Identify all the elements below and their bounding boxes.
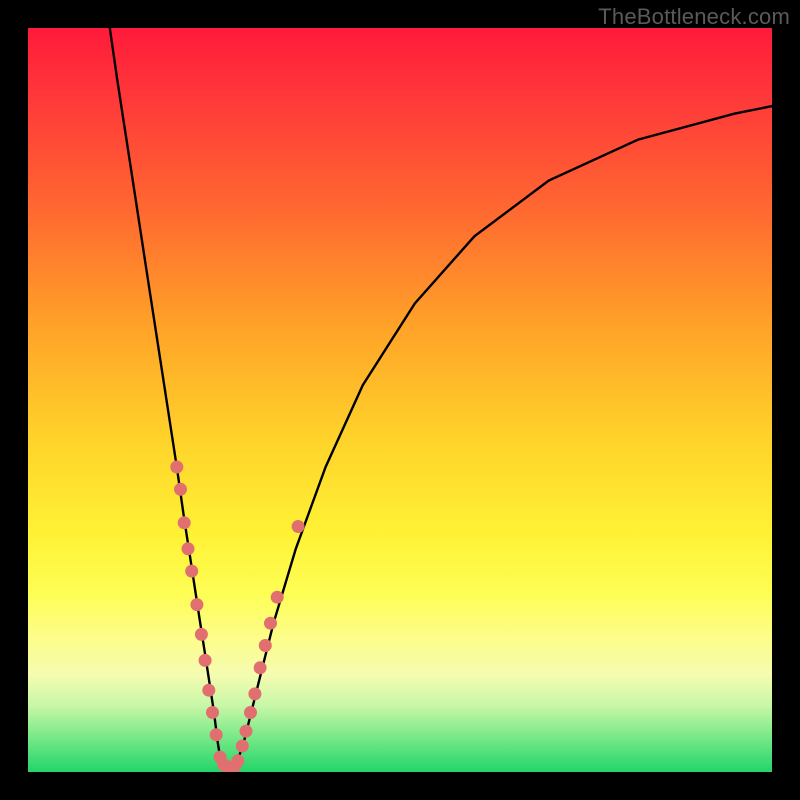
chart-plot-area xyxy=(28,28,772,772)
scatter-point xyxy=(236,740,249,753)
watermark-text: TheBottleneck.com xyxy=(598,4,790,30)
chart-svg xyxy=(28,28,772,772)
scatter-point xyxy=(190,598,203,611)
scatter-point xyxy=(185,565,198,578)
scatter-point xyxy=(240,725,253,738)
scatter-point xyxy=(182,542,195,555)
scatter-point xyxy=(170,461,183,474)
scatter-point xyxy=(174,483,187,496)
curve-right-branch xyxy=(236,106,772,765)
scatter-markers xyxy=(170,461,304,773)
scatter-point xyxy=(195,628,208,641)
scatter-point xyxy=(202,684,215,697)
scatter-point xyxy=(206,706,219,719)
scatter-point xyxy=(244,706,257,719)
scatter-point xyxy=(248,687,261,700)
scatter-point xyxy=(254,661,267,674)
scatter-point xyxy=(264,617,277,630)
scatter-point xyxy=(271,591,284,604)
scatter-point xyxy=(292,520,305,533)
scatter-point xyxy=(210,728,223,741)
scatter-point xyxy=(199,654,212,667)
scatter-point xyxy=(178,516,191,529)
scatter-point xyxy=(259,639,272,652)
scatter-point xyxy=(231,754,244,767)
